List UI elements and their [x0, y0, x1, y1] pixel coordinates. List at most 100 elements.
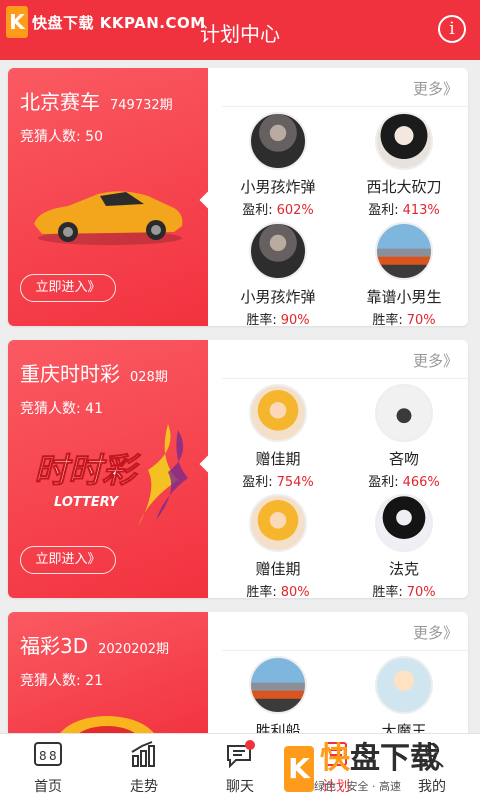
player-stat: 盈利: 754%	[218, 471, 338, 490]
stat-value: 466%	[402, 475, 440, 490]
game-card-fucai3d[interactable]: 福彩3D 2020202期 竞猜人数: 21 更多》 胜利船 大魔王	[8, 612, 468, 742]
stat-value: 413%	[402, 203, 440, 218]
ad-tagline: 绿色 · 安全 · 高速	[314, 780, 401, 793]
stat-label: 盈利:	[368, 475, 399, 490]
home-icon: 8 8	[34, 742, 62, 766]
player-card[interactable]: 靠谱小男生 胜率: 70%	[344, 222, 464, 326]
svg-text:8: 8	[39, 749, 47, 763]
player-stat: 盈利: 602%	[218, 199, 338, 218]
download-ad-overlay[interactable]: K 快盘下载 绿色 · 安全 · 高速	[284, 742, 474, 796]
race-car-image	[34, 191, 183, 245]
guess-count: 竞猜人数: 21	[20, 673, 103, 689]
nav-home[interactable]: 8 8 首页	[0, 734, 96, 800]
player-name: 小男孩炸弹	[240, 288, 316, 306]
more-link[interactable]: 更多》	[413, 622, 458, 643]
player-name: 靠谱小男生	[366, 288, 442, 306]
stat-value: 602%	[276, 203, 314, 218]
avatar	[375, 494, 433, 552]
game-panel: 重庆时时彩 028期 竞猜人数: 41 时时彩 LOTTERY 立即进入》	[8, 340, 208, 598]
player-card[interactable]: 小男孩炸弹 盈利: 602%	[218, 112, 338, 218]
ad-title-kuai: 快	[320, 741, 350, 776]
game-issue: 2020202期	[98, 642, 170, 657]
avatar	[375, 222, 433, 280]
player-card[interactable]: 赠佳期 胜率: 80%	[218, 494, 338, 598]
stat-label: 胜率:	[372, 585, 403, 598]
lottery-logo-text: 时时彩	[34, 451, 141, 491]
stat-value: 70%	[406, 585, 436, 598]
ad-logo: K	[284, 746, 314, 792]
game-name: 北京赛车	[20, 90, 100, 114]
chat-icon	[227, 740, 255, 769]
game-panel: 福彩3D 2020202期 竞猜人数: 21	[8, 612, 208, 742]
avatar	[375, 384, 433, 442]
stat-label: 盈利:	[242, 203, 273, 218]
player-card[interactable]: 大魔王	[344, 656, 464, 741]
app-header: K 快盘下载 KKPAN.COM 计划中心 i	[0, 0, 480, 60]
stat-label: 盈利:	[368, 203, 399, 218]
enter-button[interactable]: 立即进入》	[20, 274, 116, 302]
player-name: 法克	[388, 560, 419, 578]
stat-value: 754%	[276, 475, 314, 490]
divider	[222, 106, 468, 107]
enter-button[interactable]: 立即进入》	[20, 546, 116, 574]
game-panel: 北京赛车 749732期 竞猜人数: 50 立即进入》	[8, 68, 208, 326]
stat-label: 胜率:	[246, 313, 277, 326]
avatar	[249, 384, 307, 442]
info-icon[interactable]: i	[438, 15, 466, 43]
nav-chat[interactable]: 聊天	[192, 734, 288, 800]
stat-label: 胜率:	[372, 313, 403, 326]
stat-value: 80%	[280, 585, 310, 598]
divider	[222, 378, 468, 379]
player-stat: 胜率: 70%	[344, 581, 464, 598]
avatar	[375, 112, 433, 170]
player-stat: 盈利: 413%	[344, 199, 464, 218]
player-name: 小男孩炸弹	[240, 178, 316, 196]
stat-value: 90%	[280, 313, 310, 326]
stat-label: 盈利:	[242, 475, 273, 490]
player-stat: 胜率: 80%	[218, 581, 338, 598]
player-card[interactable]: 小男孩炸弹 胜率: 90%	[218, 222, 338, 326]
player-stat: 盈利: 466%	[344, 471, 464, 490]
ad-title: 快盘下载	[320, 744, 440, 774]
more-link[interactable]: 更多》	[413, 350, 458, 371]
game-issue: 749732期	[110, 98, 173, 113]
player-stat: 胜率: 70%	[344, 309, 464, 326]
ad-title-rest: 盘下载	[350, 741, 440, 776]
avatar	[249, 112, 307, 170]
player-card[interactable]: 法克 胜率: 70%	[344, 494, 464, 598]
game-issue: 028期	[130, 370, 168, 385]
stat-value: 70%	[406, 313, 436, 326]
player-card[interactable]: 吝吻 盈利: 466%	[344, 384, 464, 490]
avatar	[375, 656, 433, 714]
game-name: 重庆时时彩	[20, 362, 120, 386]
game-title: 福彩3D 2020202期	[20, 630, 169, 659]
ad-text-block: 快盘下载 绿色 · 安全 · 高速	[314, 744, 440, 794]
nav-label: 聊天	[226, 779, 254, 795]
player-card[interactable]: 胜利船	[218, 656, 338, 741]
player-name: 西北大砍刀	[366, 178, 442, 196]
player-stat: 胜率: 90%	[218, 309, 338, 326]
more-link[interactable]: 更多》	[413, 78, 458, 99]
avatar	[249, 494, 307, 552]
game-card-chongqing[interactable]: 重庆时时彩 028期 竞猜人数: 41 时时彩 LOTTERY 立即进入》 更多》…	[8, 340, 468, 598]
avatar	[249, 656, 307, 714]
game-card-beijing[interactable]: 北京赛车 749732期 竞猜人数: 50 立即进入》 更多》 小男孩炸弹 盈利:…	[8, 68, 468, 326]
lottery-logo-image: 时时彩 LOTTERY	[34, 424, 188, 526]
svg-text:8: 8	[49, 749, 57, 763]
page-title: 计划中心	[200, 22, 280, 46]
divider	[222, 650, 468, 651]
player-name: 赠佳期	[255, 450, 301, 468]
game-title: 北京赛车 749732期	[20, 86, 173, 115]
player-card[interactable]: 西北大砍刀 盈利: 413%	[344, 112, 464, 218]
guess-count: 竞猜人数: 50	[20, 129, 103, 145]
avatar	[249, 222, 307, 280]
player-name: 吝吻	[388, 450, 419, 468]
guess-count: 竞猜人数: 41	[20, 401, 103, 417]
game-title: 重庆时时彩 028期	[20, 358, 168, 387]
player-card[interactable]: 赠佳期 盈利: 754%	[218, 384, 338, 490]
game-name: 福彩3D	[20, 634, 89, 658]
nav-label: 走势	[130, 779, 158, 795]
player-name: 赠佳期	[255, 560, 301, 578]
stat-label: 胜率:	[246, 585, 277, 598]
nav-trend[interactable]: 走势	[96, 734, 192, 800]
